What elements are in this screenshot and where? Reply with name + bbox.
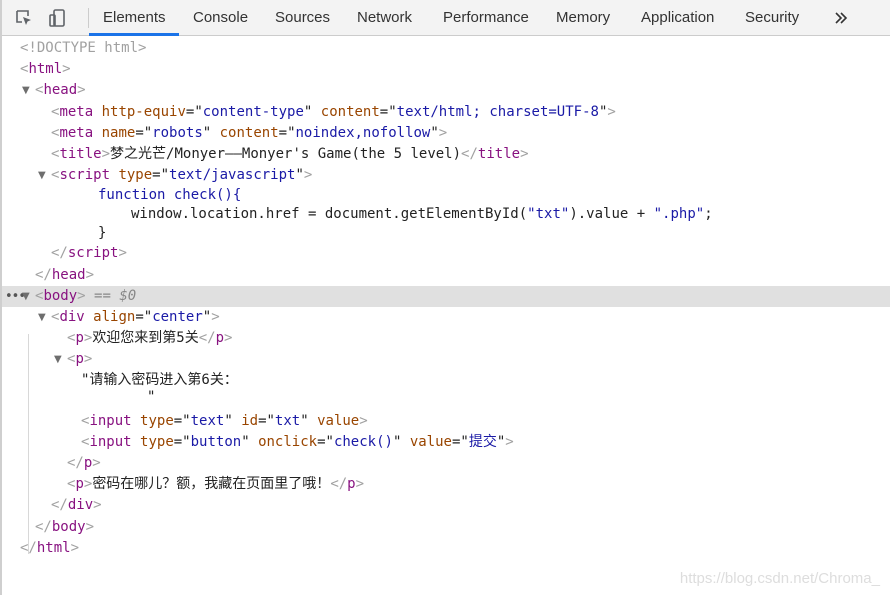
tab-console[interactable]: Console [193,0,248,36]
dom-node-p-close[interactable]: </p> [2,453,890,474]
dom-text-node-end: " [147,388,156,405]
device-toolbar-icon[interactable] [48,8,68,28]
tab-memory[interactable]: Memory [556,0,610,36]
dom-node-doctype[interactable]: <!DOCTYPE html> [2,38,890,59]
script-code-line: window.location.href = document.getEleme… [131,206,713,223]
tab-network[interactable]: Network [357,0,412,36]
dom-node-p-hint[interactable]: <p>密码在哪儿？额，我藏在页面里了哦！</p> [2,474,890,495]
expand-arrow-icon[interactable]: ▼ [38,165,46,186]
dom-node-body[interactable]: ••• ▼ <body> == $0 [2,285,890,307]
expand-arrow-icon[interactable]: ▼ [38,307,46,328]
expand-arrow-icon[interactable]: ▼ [54,349,62,370]
tab-sources[interactable]: Sources [275,0,330,36]
dom-node-script[interactable]: ▼ <script type="text/javascript"> [2,165,890,186]
dom-tree: <!DOCTYPE html> <html> ▼ <head> <meta ht… [2,38,890,559]
dom-node-head[interactable]: ▼ <head> [2,80,890,101]
expand-arrow-icon[interactable]: ▼ [22,80,30,101]
dom-node-meta-robots[interactable]: <meta name="robots" content="noindex,nof… [2,123,890,144]
dom-node-html-close[interactable]: </html> [2,538,890,559]
dom-node-head-close[interactable]: </head> [2,265,890,286]
tab-application[interactable]: Application [641,0,714,36]
devtools-toolbar: Elements Console Sources Network Perform… [2,0,890,36]
dom-node-p-welcome[interactable]: <p>欢迎您来到第5关</p> [2,328,890,349]
dom-node-input-button[interactable]: <input type="button" onclick="check()" v… [2,432,890,453]
tab-security[interactable]: Security [745,0,799,36]
html-tag: html [28,61,63,78]
dom-node-html[interactable]: <html> [2,59,890,80]
doctype-text: <!DOCTYPE html> [20,40,147,56]
title-text: 梦之光芒/Monyer——Monyer's Game(the 5 level) [110,145,462,162]
expand-arrow-icon[interactable]: ▼ [22,286,30,307]
inspect-element-icon[interactable] [14,8,34,28]
dom-node-input-text[interactable]: <input type="text" id="txt" value> [2,411,890,432]
active-tab-indicator [89,33,179,36]
watermark: https://blog.csdn.net/Chroma_ [679,570,880,587]
dom-node-div[interactable]: ▼ <div align="center"> [2,307,890,328]
dom-text-node[interactable]: "请输入密码进入第6关： [2,370,890,391]
dom-node-script-close[interactable]: </script> [2,243,890,264]
dom-node-meta-content-type[interactable]: <meta http-equiv="content-type" content=… [2,102,890,123]
script-code-line: function check(){ [98,187,242,204]
dom-node-body-close[interactable]: </body> [2,517,890,538]
dom-node-div-close[interactable]: </div> [2,495,890,516]
more-tabs-icon[interactable] [831,8,851,28]
tab-performance[interactable]: Performance [443,0,529,36]
selected-node-marker: == $0 [94,287,137,304]
dom-node-p-form[interactable]: ▼ <p> [2,349,890,370]
toolbar-separator [88,8,89,28]
tab-elements[interactable]: Elements [103,0,166,36]
dom-node-title[interactable]: <title>梦之光芒/Monyer——Monyer's Game(the 5 … [2,144,890,165]
script-code-line: } [98,225,107,242]
